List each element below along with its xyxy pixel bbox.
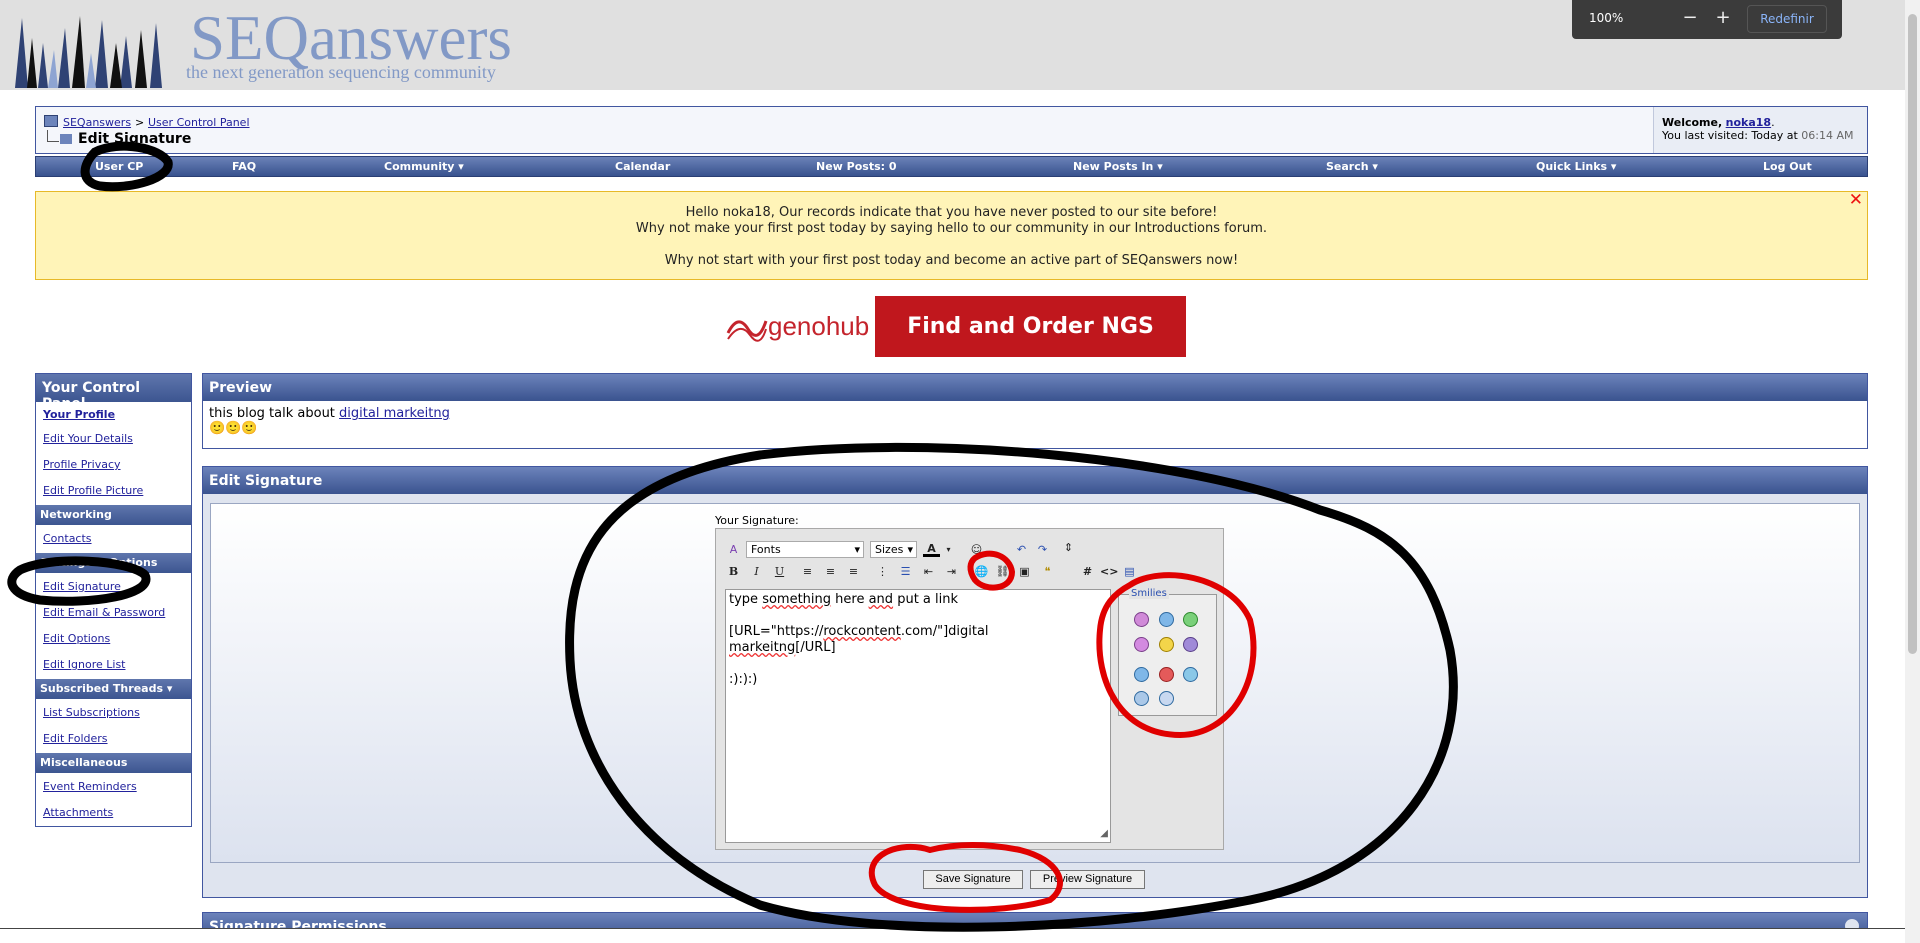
annotation-circle-edit-signature [7, 556, 151, 606]
hand-drawn-annotations [7, 141, 1458, 932]
annotation-circle-editor [565, 442, 1458, 932]
annotation-circle-link-button [967, 550, 1016, 591]
annotation-circle-save-button [868, 842, 1063, 913]
annotation-circle-smilies [1096, 572, 1257, 739]
annotation-circle-user-cp [80, 141, 173, 192]
